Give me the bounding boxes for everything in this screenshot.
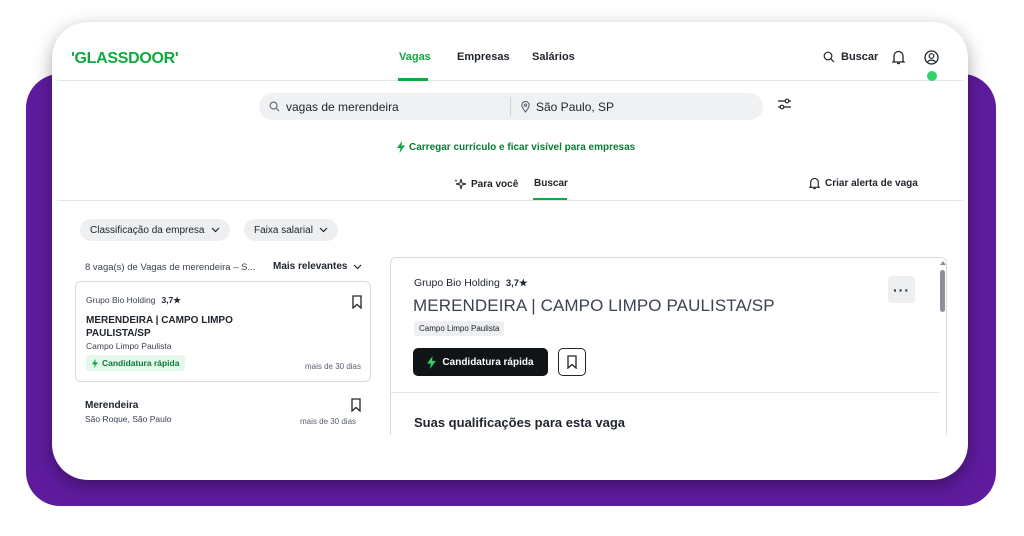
keyword-value: vagas de merendeira bbox=[286, 99, 399, 114]
company-rating: 3,7★ bbox=[161, 295, 181, 305]
detail-company: Grupo Bio Holding 3,7★ bbox=[414, 277, 528, 289]
sort-label: Mais relevantes bbox=[273, 261, 348, 272]
chevron-down-icon bbox=[353, 264, 361, 269]
scroll-up-arrow[interactable] bbox=[940, 261, 946, 265]
detail-location-tag: Campo Limpo Paulista bbox=[414, 321, 505, 336]
qualifications-heading: Suas qualificações para esta vaga bbox=[414, 415, 625, 430]
tab-salarios[interactable]: Salários bbox=[532, 51, 575, 63]
subtab-buscar[interactable]: Buscar bbox=[534, 178, 568, 189]
bell-icon bbox=[809, 177, 820, 190]
search-divider bbox=[510, 97, 511, 116]
upload-resume-label: Carregar currículo e ficar visível para … bbox=[409, 141, 636, 153]
bookmark-icon[interactable] bbox=[351, 398, 361, 412]
active-tab-indicator bbox=[398, 78, 428, 81]
filter-company-rating[interactable]: Classificação da empresa bbox=[80, 219, 230, 241]
screenshot-stage: 'GLASSDOOR' Vagas Empresas Salários Busc… bbox=[0, 0, 1024, 536]
sliders-icon[interactable] bbox=[777, 98, 792, 111]
search-bar: vagas de merendeira São Paulo, SP bbox=[259, 93, 763, 120]
keyword-field[interactable]: vagas de merendeira bbox=[269, 93, 505, 120]
subtab-para-voce-label: Para você bbox=[471, 179, 519, 190]
job-card[interactable]: Grupo Bio Holding 3,7★ MERENDEIRA | CAMP… bbox=[75, 281, 371, 382]
quick-apply-label: Candidatura rápida bbox=[102, 358, 180, 368]
scrollbar-thumb[interactable] bbox=[940, 270, 945, 312]
tab-empresas[interactable]: Empresas bbox=[457, 51, 510, 63]
location-value: São Paulo, SP bbox=[536, 99, 615, 114]
create-job-alert-label: Criar alerta de vaga bbox=[825, 178, 918, 189]
search-icon bbox=[269, 101, 280, 112]
results-count: 8 vaga(s) de Vagas de merendeira – S... bbox=[85, 262, 256, 273]
job-posted-age: mais de 30 dias bbox=[300, 417, 357, 426]
lightning-icon bbox=[92, 358, 98, 368]
upload-resume-link[interactable]: Carregar currículo e ficar visível para … bbox=[397, 141, 635, 153]
user-icon[interactable] bbox=[924, 50, 939, 65]
save-job-button[interactable] bbox=[558, 348, 586, 376]
detail-company-rating: 3,7★ bbox=[505, 277, 528, 289]
chevron-down-icon bbox=[319, 227, 328, 233]
glassdoor-screen: 'GLASSDOOR' Vagas Empresas Salários Busc… bbox=[57, 37, 963, 435]
chevron-down-icon bbox=[211, 227, 219, 233]
header-search-label: Buscar bbox=[841, 51, 879, 63]
quick-apply-button-label: Candidatura rápida bbox=[442, 356, 534, 368]
subtab-para-voce[interactable]: Para você bbox=[454, 178, 518, 191]
sparkle-icon bbox=[454, 178, 467, 190]
job-location: Campo Limpo Paulista bbox=[86, 341, 172, 351]
bell-icon[interactable] bbox=[892, 50, 905, 65]
glassdoor-logo[interactable]: 'GLASSDOOR' bbox=[71, 50, 179, 68]
location-field[interactable]: São Paulo, SP bbox=[521, 93, 757, 120]
search-icon bbox=[823, 51, 835, 63]
bookmark-icon[interactable] bbox=[352, 295, 362, 309]
lightning-icon bbox=[397, 141, 405, 153]
location-pin-icon bbox=[521, 100, 530, 113]
subtab-divider bbox=[57, 200, 963, 201]
detail-company-name[interactable]: Grupo Bio Holding bbox=[414, 277, 500, 289]
job-title[interactable]: Merendeira bbox=[85, 400, 138, 411]
sort-dropdown[interactable]: Mais relevantes bbox=[273, 261, 362, 272]
subtab-buscar-label: Buscar bbox=[534, 178, 568, 189]
online-status-dot bbox=[927, 71, 937, 81]
top-header: 'GLASSDOOR' Vagas Empresas Salários Busc… bbox=[57, 37, 963, 81]
job-title[interactable]: MERENDEIRA | CAMPO LIMPO PAULISTA/SP bbox=[86, 314, 256, 340]
header-search-button[interactable]: Buscar bbox=[823, 51, 878, 63]
filter-company-rating-label: Classificação da empresa bbox=[90, 224, 205, 236]
detail-job-title: MERENDEIRA | CAMPO LIMPO PAULISTA/SP bbox=[413, 296, 775, 315]
bookmark-icon bbox=[567, 355, 577, 369]
job-detail-panel: Grupo Bio Holding 3,7★ ··· MERENDEIRA | … bbox=[390, 257, 947, 435]
quick-apply-badge: Candidatura rápida bbox=[86, 355, 186, 371]
create-job-alert-button[interactable]: Criar alerta de vaga bbox=[809, 177, 918, 190]
job-card-company: Grupo Bio Holding 3,7★ bbox=[86, 295, 181, 306]
quick-apply-button[interactable]: Candidatura rápida bbox=[413, 348, 548, 376]
job-location: São Roque, São Paulo bbox=[85, 414, 172, 424]
job-posted-age: mais de 30 dias bbox=[304, 362, 361, 371]
detail-divider bbox=[391, 392, 939, 393]
filter-salary-range-label: Faixa salarial bbox=[254, 224, 313, 236]
more-options-button[interactable]: ··· bbox=[888, 276, 915, 303]
tab-vagas[interactable]: Vagas bbox=[399, 51, 431, 63]
lightning-icon bbox=[427, 355, 437, 369]
company-name: Grupo Bio Holding bbox=[86, 295, 156, 305]
filter-salary-range[interactable]: Faixa salarial bbox=[244, 219, 338, 241]
